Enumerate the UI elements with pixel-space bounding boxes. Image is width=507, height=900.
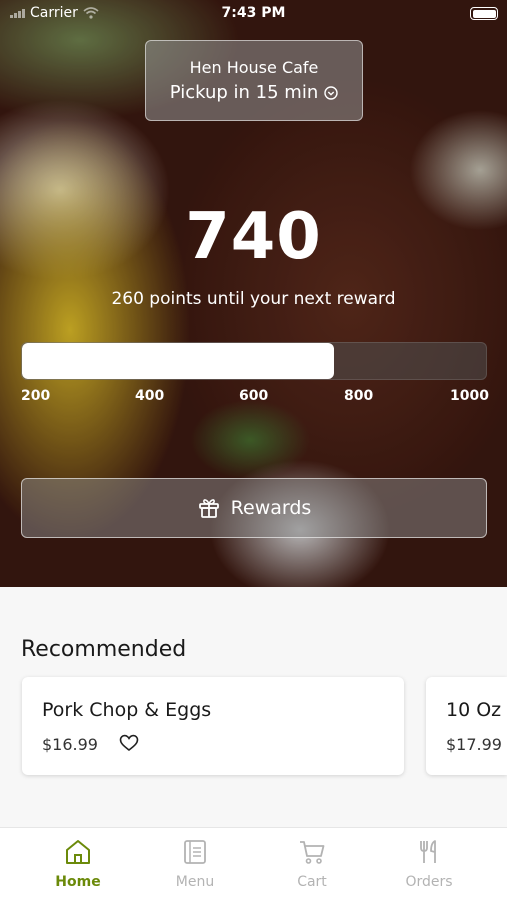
recommended-item-card[interactable]: Pork Chop & Eggs $16.99	[22, 677, 404, 775]
progress-tick: 400	[135, 388, 165, 404]
rewards-button[interactable]: Rewards	[21, 478, 487, 538]
points-balance: 740	[185, 200, 322, 274]
home-icon	[66, 840, 90, 864]
hero-food-image: Carrier 7:43 PM Hen House Cafe Pickup in…	[0, 0, 507, 587]
menu-icon	[184, 840, 206, 864]
pickup-time: Pickup in 15 min	[169, 82, 319, 103]
item-name: Pork Chop & Eggs	[42, 699, 212, 721]
cart-icon	[300, 841, 325, 864]
item-name: 10 Oz I	[446, 699, 507, 721]
status-bar: Carrier 7:43 PM	[0, 0, 507, 28]
tab-cart-label: Cart	[297, 874, 327, 890]
heart-icon[interactable]	[119, 734, 139, 752]
recommended-title: Recommended	[21, 637, 187, 662]
rewards-progress-bar	[21, 342, 487, 380]
utensils-icon	[420, 840, 436, 863]
progress-tick: 800	[344, 388, 374, 404]
tab-menu[interactable]: Menu	[135, 828, 255, 900]
tab-menu-label: Menu	[175, 874, 215, 890]
progress-tick: 200	[21, 388, 51, 404]
pickup-time-row: Pickup in 15 min	[146, 82, 362, 103]
tab-orders[interactable]: Orders	[369, 828, 489, 900]
gift-icon	[198, 499, 219, 518]
battery-icon	[470, 7, 498, 20]
tab-bar: Home Menu Cart Orders	[0, 827, 507, 900]
store-name: Hen House Cafe	[189, 58, 319, 77]
recommended-item-card[interactable]: 10 Oz I $17.99	[426, 677, 507, 775]
rewards-button-label: Rewards	[230, 497, 312, 519]
item-price: $17.99	[446, 735, 502, 754]
tab-home[interactable]: Home	[18, 828, 138, 900]
progress-tick: 600	[239, 388, 269, 404]
location-selector[interactable]: Hen House Cafe Pickup in 15 min	[145, 40, 363, 121]
chevron-down-circle-icon	[324, 85, 338, 100]
points-to-next-reward: 260 points until your next reward	[111, 289, 396, 309]
status-time: 7:43 PM	[221, 5, 286, 21]
progress-tick: 1000	[450, 388, 489, 404]
item-price: $16.99	[42, 735, 98, 754]
rewards-progress-fill	[22, 343, 335, 379]
tab-home-label: Home	[55, 874, 101, 890]
tab-cart[interactable]: Cart	[252, 828, 372, 900]
tab-orders-label: Orders	[405, 874, 453, 890]
